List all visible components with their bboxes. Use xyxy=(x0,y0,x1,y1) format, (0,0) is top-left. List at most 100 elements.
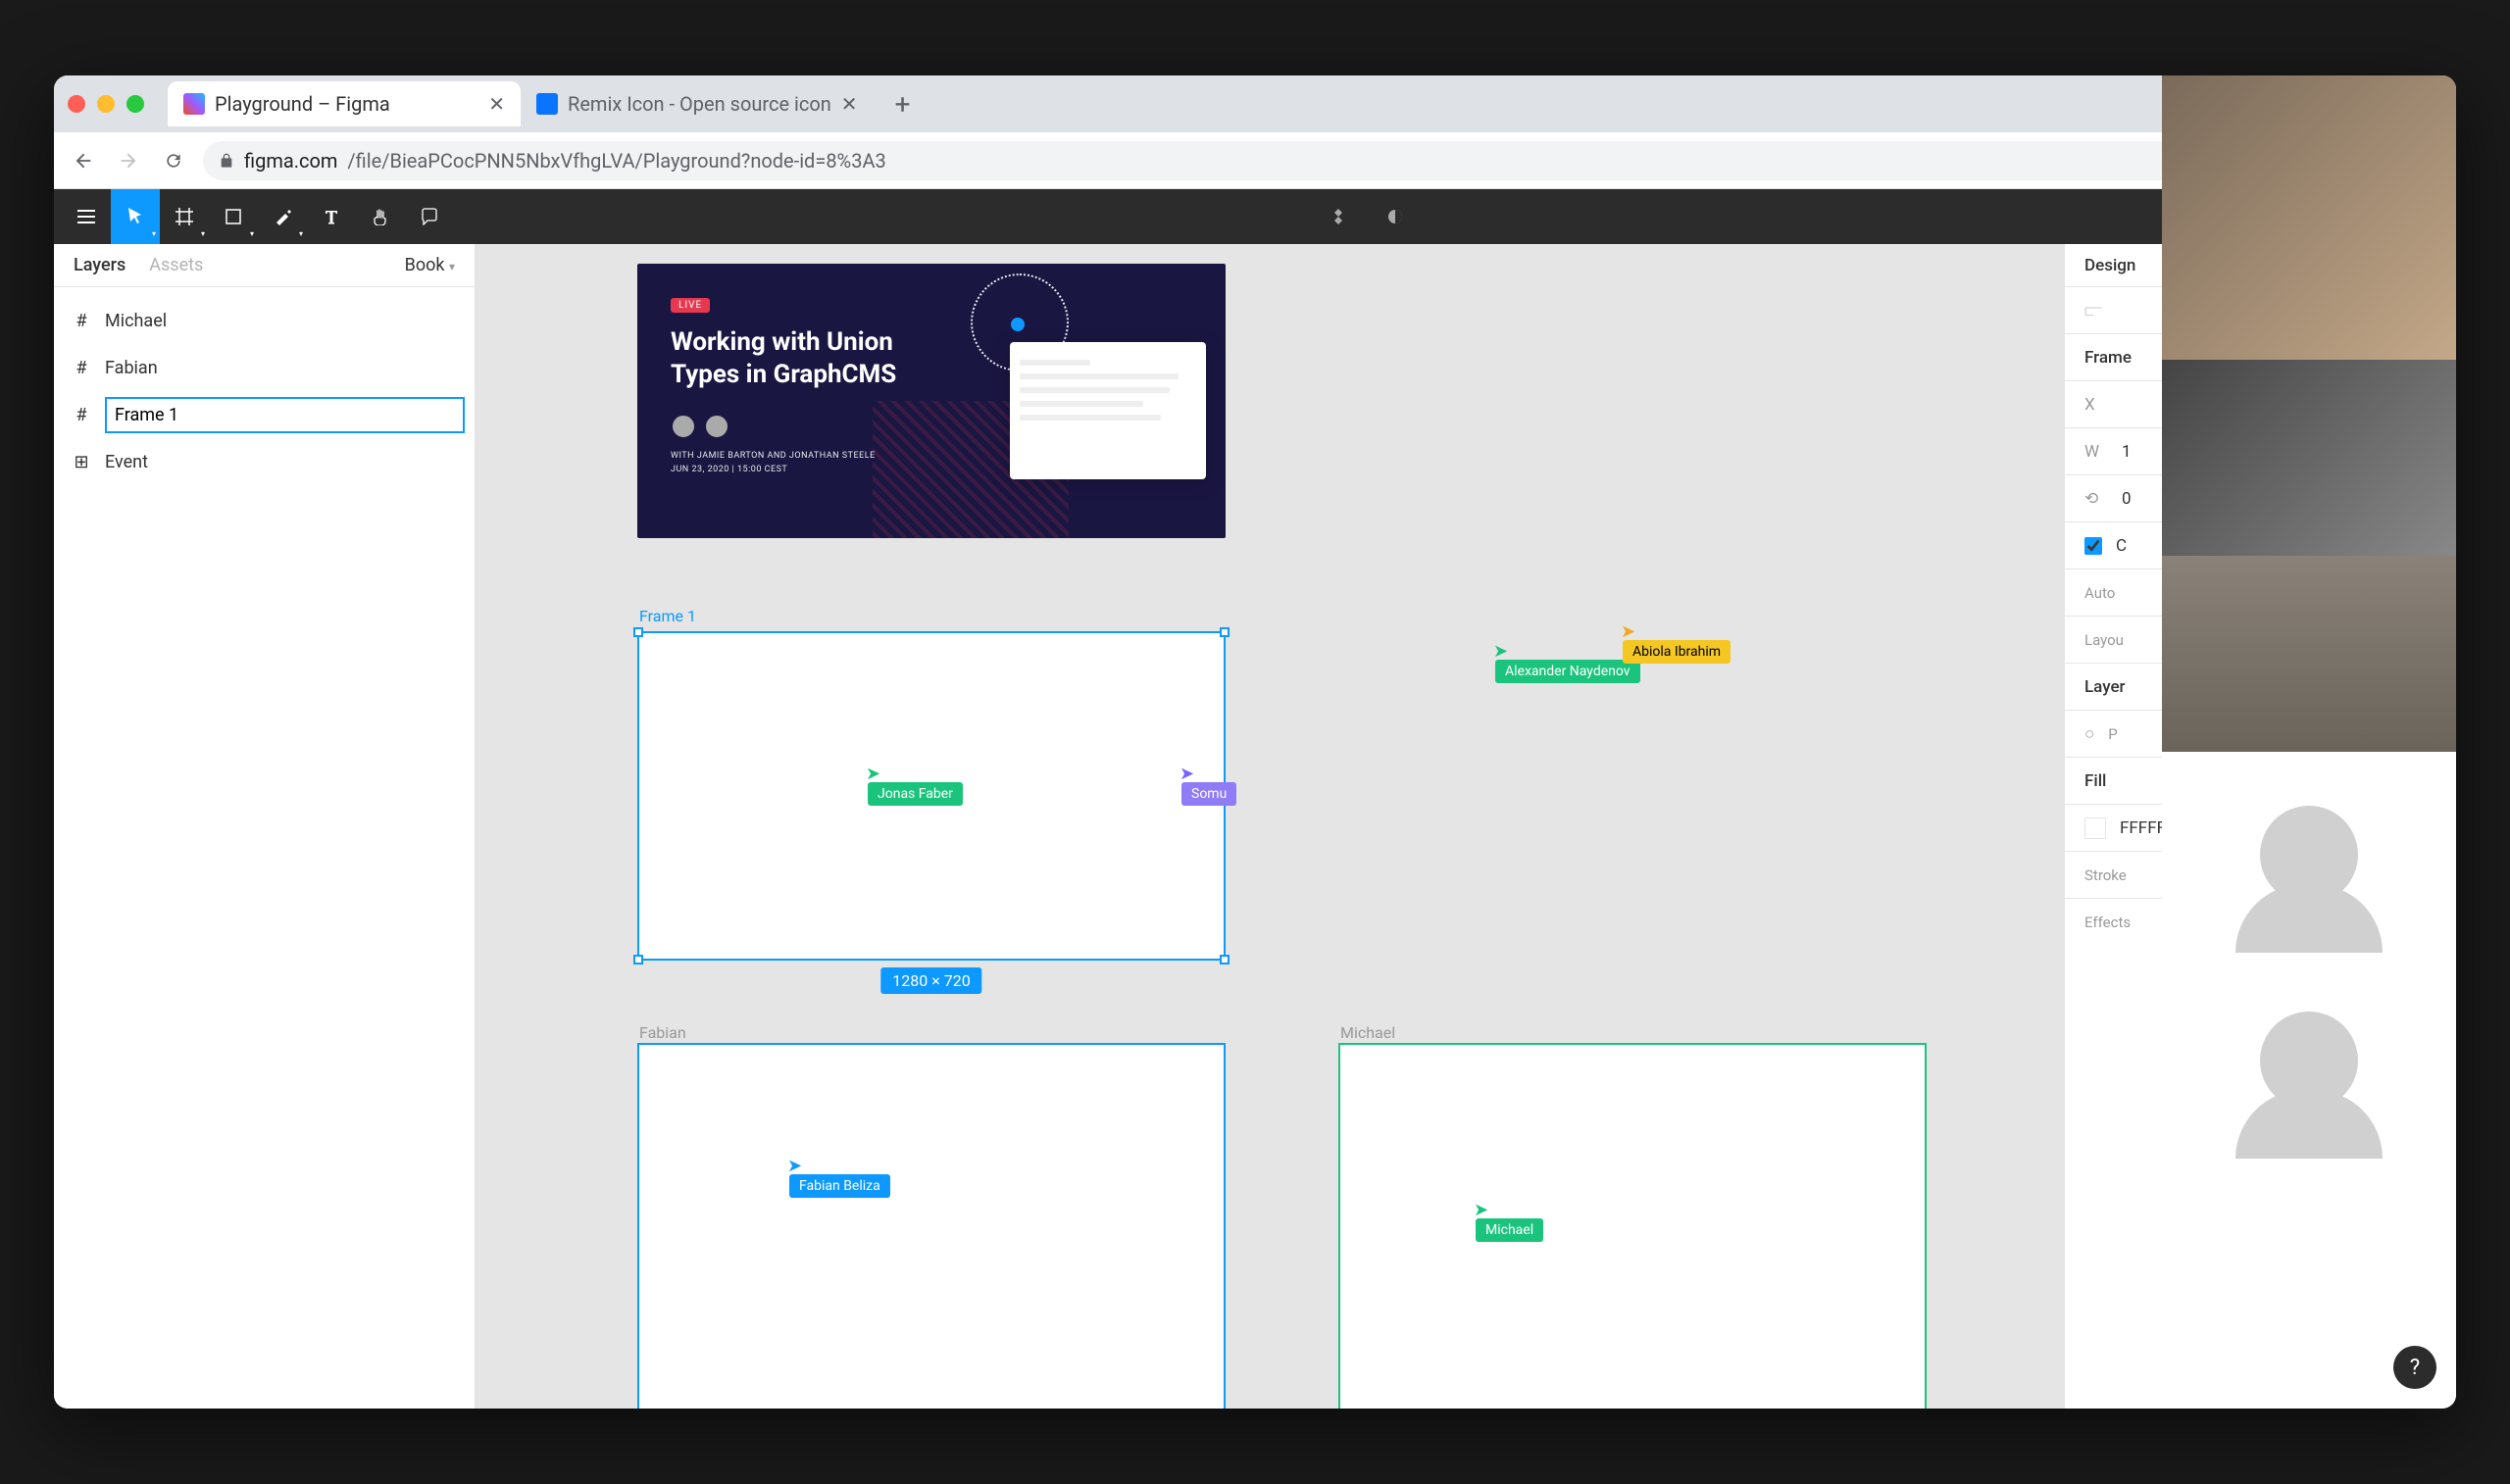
frame-icon: # xyxy=(72,311,91,331)
cursor-icon: ➤ xyxy=(787,1156,888,1176)
tab-book[interactable]: Book ▾ xyxy=(405,255,455,275)
browser-tab-inactive[interactable]: Remix Icon - Open source icon ✕ xyxy=(521,81,874,126)
move-tool[interactable]: ▾ xyxy=(111,189,160,244)
figma-toolbar: ▾ ▾ ▾ ▾ xyxy=(54,189,2456,244)
figma-favicon-icon xyxy=(183,93,205,115)
video-participant[interactable] xyxy=(2162,75,2456,360)
live-badge: LIVE xyxy=(671,298,710,313)
tab-design[interactable]: Design xyxy=(2084,256,2135,275)
frame-label[interactable]: Michael xyxy=(1340,1023,1395,1042)
cursor-label: Alexander Naydenov xyxy=(1495,660,1640,683)
layer-name: Fabian xyxy=(105,358,158,378)
pen-tool[interactable]: ▾ xyxy=(258,189,307,244)
align-icon[interactable]: ⫍ xyxy=(2084,301,2102,321)
cursor-icon: ➤ xyxy=(866,764,961,784)
tab-title: Remix Icon - Open source icon xyxy=(568,92,831,116)
chevron-down-icon: ▾ xyxy=(201,229,205,238)
browser-window: Playground – Figma ✕ Remix Icon - Open s… xyxy=(54,75,2456,1409)
w-value[interactable]: 1 xyxy=(2122,442,2132,462)
component-tool[interactable] xyxy=(1314,189,1363,244)
layer-item[interactable]: # Fabian xyxy=(54,344,475,391)
x-label: X xyxy=(2084,395,2108,415)
text-tool[interactable] xyxy=(307,189,356,244)
panel-tabs: Layers Assets Book ▾ xyxy=(54,244,475,287)
layer-rename-input[interactable] xyxy=(105,397,465,433)
collab-cursor: ➤ Jonas Faber xyxy=(868,764,963,802)
clip-label: C xyxy=(2116,536,2127,556)
tab-close-icon[interactable]: ✕ xyxy=(488,92,505,116)
collab-cursor: ➤ Somu xyxy=(1181,764,1236,802)
resize-handle[interactable] xyxy=(633,955,643,965)
layer-item[interactable]: ⊞ Event xyxy=(54,438,475,485)
comment-tool[interactable] xyxy=(405,189,454,244)
canvas[interactable]: LIVE Working with Union Types in GraphCM… xyxy=(476,244,2064,1409)
collab-cursor: ➤ Alexander Naydenov xyxy=(1495,641,1640,679)
event-card-frame[interactable]: LIVE Working with Union Types in GraphCM… xyxy=(637,264,1226,538)
new-tab-button[interactable]: + xyxy=(887,88,919,121)
forward-button[interactable] xyxy=(113,145,144,176)
chrome-tabstrip: Playground – Figma ✕ Remix Icon - Open s… xyxy=(54,75,2456,132)
remix-favicon-icon xyxy=(536,93,558,115)
browser-tab-active[interactable]: Playground – Figma ✕ xyxy=(168,81,521,126)
dimensions-badge: 1280 × 720 xyxy=(880,967,981,994)
video-participant[interactable] xyxy=(2162,556,2456,752)
chevron-down-icon: ▾ xyxy=(250,229,254,238)
window-controls xyxy=(68,95,144,113)
layer-name: Event xyxy=(105,452,148,472)
avatar-placeholder-icon xyxy=(2260,1012,2358,1110)
blend-mode[interactable]: P xyxy=(2108,725,2117,743)
w-label: W xyxy=(2084,442,2108,462)
video-participant-placeholder[interactable] xyxy=(2162,752,2456,958)
cursor-label: Jonas Faber xyxy=(868,782,963,806)
chevron-down-icon: ▾ xyxy=(152,229,156,238)
window-maximize[interactable] xyxy=(126,95,144,113)
help-button[interactable]: ? xyxy=(2393,1346,2436,1389)
layer-name: Michael xyxy=(105,311,167,331)
cursor-label: Abiola Ibrahim xyxy=(1623,640,1731,664)
fill-swatch[interactable] xyxy=(2084,817,2106,839)
rotation-value[interactable]: 0 xyxy=(2122,489,2132,509)
avatar-placeholder-icon xyxy=(2260,806,2358,904)
hand-tool[interactable] xyxy=(356,189,405,244)
mask-tool[interactable] xyxy=(1371,189,1420,244)
cursor-label: Michael xyxy=(1476,1218,1543,1242)
url-path: /file/BieaPCocPNN5NbxVfhgLVA/Playground?… xyxy=(347,149,885,173)
toolbar-center xyxy=(454,189,2280,244)
tab-close-icon[interactable]: ✕ xyxy=(841,92,858,116)
layer-item[interactable]: # Michael xyxy=(54,297,475,344)
video-participant-placeholder[interactable] xyxy=(2162,958,2456,1163)
cursor-icon: ➤ xyxy=(1474,1200,1541,1220)
section-title: Fill xyxy=(2084,771,2106,791)
resize-handle[interactable] xyxy=(1220,627,1230,637)
frame-fabian[interactable] xyxy=(637,1043,1226,1409)
back-button[interactable] xyxy=(68,145,99,176)
window-close[interactable] xyxy=(68,95,85,113)
section-title: Layer xyxy=(2084,677,2126,697)
clip-checkbox[interactable] xyxy=(2084,537,2102,555)
tab-assets[interactable]: Assets xyxy=(149,255,203,275)
reload-button[interactable] xyxy=(158,145,189,176)
window-minimize[interactable] xyxy=(97,95,115,113)
shape-tool[interactable]: ▾ xyxy=(209,189,258,244)
hamburger-menu[interactable] xyxy=(62,189,111,244)
layer-item-editing[interactable]: # xyxy=(54,391,475,438)
section-title: Layou xyxy=(2084,631,2124,649)
section-title: Stroke xyxy=(2084,866,2127,884)
frame-michael[interactable] xyxy=(1338,1043,1927,1409)
resize-handle[interactable] xyxy=(1220,955,1230,965)
collab-cursor: ➤ Michael xyxy=(1476,1200,1543,1238)
chevron-down-icon: ▾ xyxy=(299,229,303,238)
url-input[interactable]: figma.com/file/BieaPCocPNN5NbxVfhgLVA/Pl… xyxy=(203,141,2327,180)
frame-tool[interactable]: ▾ xyxy=(160,189,209,244)
frame-label[interactable]: Fabian xyxy=(639,1023,686,1042)
tab-title: Playground – Figma xyxy=(215,92,390,116)
frame-label[interactable]: Frame 1 xyxy=(639,607,696,625)
section-title: Effects xyxy=(2084,914,2131,931)
event-title: Working with Union Types in GraphCMS xyxy=(671,326,945,390)
tab-layers[interactable]: Layers xyxy=(74,255,126,275)
resize-handle[interactable] xyxy=(633,627,643,637)
address-bar: figma.com/file/BieaPCocPNN5NbxVfhgLVA/Pl… xyxy=(54,132,2456,189)
chevron-down-icon: ▾ xyxy=(449,260,455,273)
video-participant[interactable] xyxy=(2162,360,2456,556)
rotation-icon: ⟲ xyxy=(2084,489,2108,509)
